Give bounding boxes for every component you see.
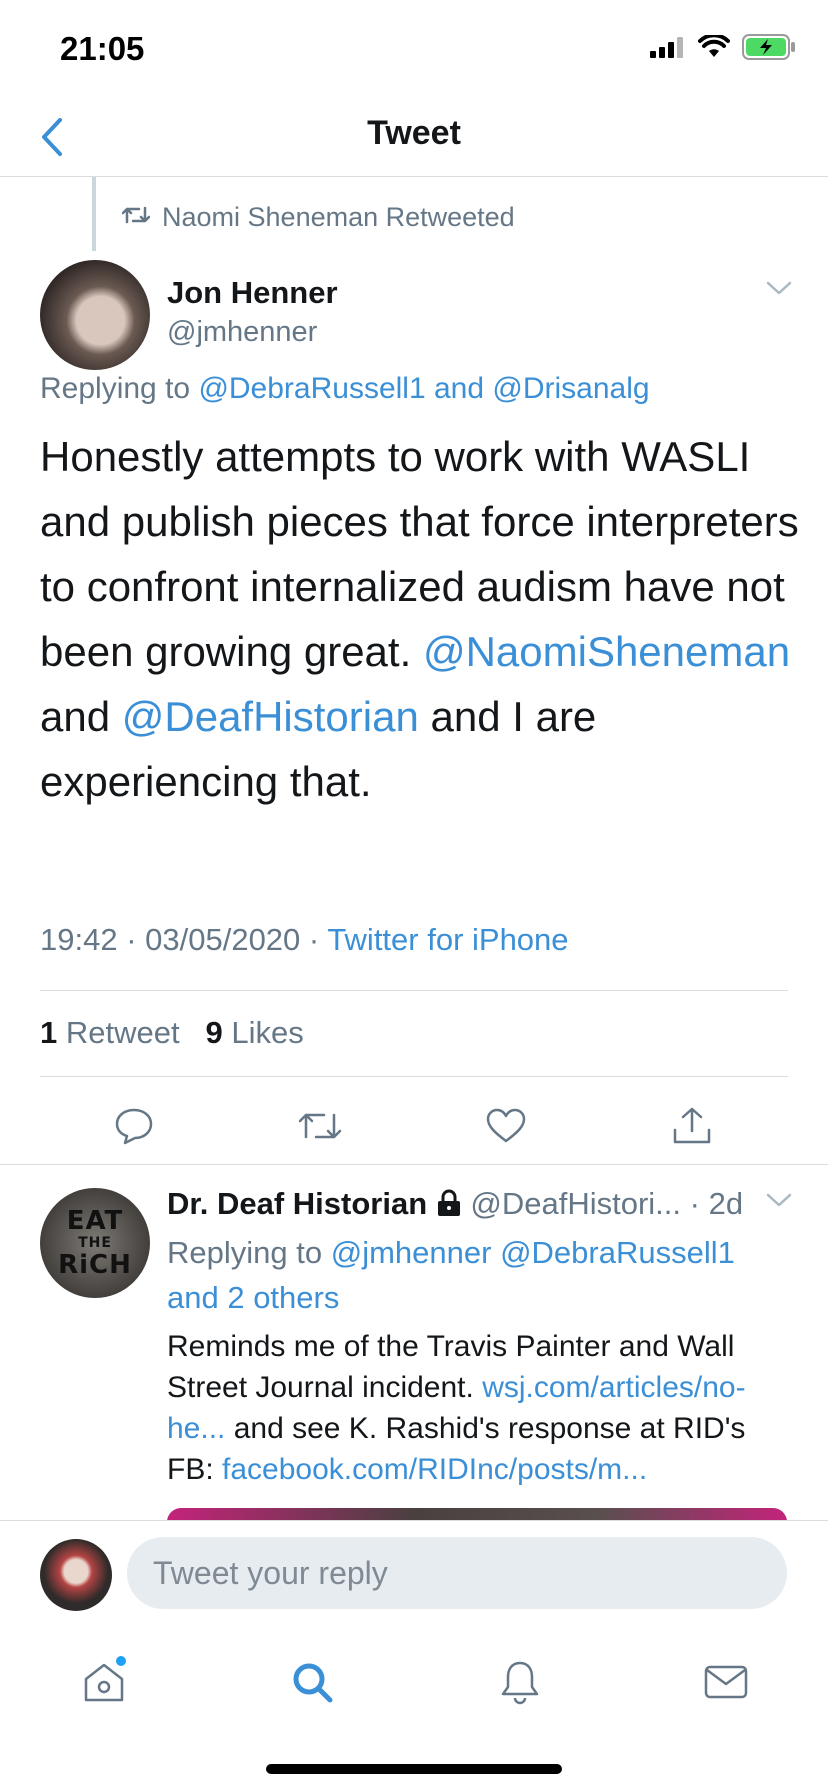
author-handle[interactable]: @jmhenner: [167, 316, 317, 349]
heart-icon: [486, 1108, 526, 1143]
tweet-source-link[interactable]: Twitter for iPhone: [327, 922, 568, 957]
author-name[interactable]: Jon Henner: [167, 275, 338, 311]
tab-notifications[interactable]: [490, 1652, 550, 1712]
divider: [40, 990, 788, 991]
reply-replying-to: Replying to @jmhenner @DebraRussell1 and…: [167, 1230, 787, 1320]
likes-stat[interactable]: 9 Likes: [205, 1015, 303, 1050]
divider: [0, 1164, 828, 1165]
nav-bar: Tweet: [0, 100, 828, 177]
compose-bar: Tweet your reply: [0, 1520, 828, 1630]
replying-user-link[interactable]: @DebraRussell1: [198, 372, 425, 405]
tweet-text: Honestly attempts to work with WASLI and…: [40, 424, 800, 814]
status-icons: [650, 33, 796, 65]
comment-icon: [115, 1108, 153, 1145]
thread-line: [92, 177, 96, 251]
retweet-icon: [121, 202, 151, 233]
signal-icon: [650, 36, 686, 63]
status-bar: 21:05: [0, 0, 828, 100]
mention-link[interactable]: @DeafHistorian: [122, 693, 419, 740]
tweet-actions: [0, 1090, 828, 1164]
replying-prefix: Replying to: [40, 372, 191, 405]
share-button[interactable]: [664, 1098, 720, 1154]
tweet-time: 19:42: [40, 922, 118, 957]
share-icon: [673, 1107, 711, 1144]
lock-icon: [436, 1186, 471, 1221]
facebook-link[interactable]: facebook.com/RIDInc/posts/m...: [222, 1453, 647, 1486]
retweet-label-text: Naomi Sheneman Retweeted: [162, 202, 515, 232]
retweet-icon: [298, 1113, 342, 1139]
author-avatar[interactable]: [40, 260, 150, 370]
replying-prefix: Replying to: [167, 1235, 323, 1270]
reply-text: Reminds me of the Travis Painter and Wal…: [167, 1326, 787, 1490]
reply-header: Dr. Deaf Historian @DeafHistori... · 2d: [167, 1186, 807, 1222]
replying-to: Replying to @DebraRussell1 and @Drisanal…: [40, 372, 650, 406]
replying-user-link[interactable]: @Drisanalg: [492, 372, 649, 405]
replying-others-link[interactable]: and 2 others: [167, 1280, 339, 1315]
tweet-date: 03/05/2020: [145, 922, 301, 957]
tweet-meta: 19:42 · 03/05/2020 · Twitter for iPhone: [40, 922, 569, 957]
replying-user-link[interactable]: @jmhenner: [331, 1235, 492, 1270]
retweet-count-label: Retweet: [65, 1015, 180, 1050]
reply-author-avatar[interactable]: EAT THE RiCH: [40, 1188, 150, 1298]
retweet-button[interactable]: [292, 1098, 348, 1154]
like-button[interactable]: [478, 1098, 534, 1154]
bell-icon: [501, 1661, 539, 1705]
chevron-down-icon: [766, 1193, 792, 1207]
tweet-text-part: and: [40, 693, 111, 740]
tab-messages[interactable]: [696, 1652, 756, 1712]
retweet-count: 1: [40, 1015, 58, 1050]
page-title: Tweet: [367, 114, 461, 152]
reply-age: · 2d: [689, 1186, 744, 1221]
reply-input[interactable]: Tweet your reply: [127, 1537, 787, 1609]
search-icon: [293, 1663, 333, 1703]
like-count: 9: [205, 1015, 223, 1050]
wifi-icon: [698, 33, 730, 64]
battery-icon: [742, 34, 796, 65]
retweets-stat[interactable]: 1 Retweet: [40, 1015, 180, 1050]
like-count-label: Likes: [231, 1015, 304, 1050]
mention-link[interactable]: @NaomiSheneman: [423, 628, 790, 675]
reply-button[interactable]: [106, 1098, 162, 1154]
tab-search[interactable]: [282, 1652, 342, 1712]
replying-user-link[interactable]: @DebraRussell1: [500, 1235, 735, 1270]
retweet-context[interactable]: Naomi Sheneman Retweeted: [121, 202, 515, 233]
replying-and[interactable]: and: [434, 372, 484, 405]
tweet-options-button[interactable]: [766, 280, 792, 301]
status-time: 21:05: [60, 30, 145, 67]
tab-bar: [0, 1630, 828, 1792]
chevron-down-icon: [766, 281, 792, 295]
new-content-dot: [116, 1656, 126, 1666]
mail-icon: [704, 1665, 748, 1699]
tab-home[interactable]: [74, 1652, 134, 1712]
reply-author-handle[interactable]: @DeafHistori...: [470, 1186, 681, 1221]
divider: [40, 1076, 788, 1077]
home-indicator: [266, 1764, 562, 1774]
tweet-stats: 1 Retweet 9 Likes: [40, 1015, 304, 1051]
current-user-avatar[interactable]: [40, 1539, 112, 1611]
reply-author-name[interactable]: Dr. Deaf Historian: [167, 1186, 427, 1221]
reply-options-button[interactable]: [766, 1192, 792, 1213]
avatar-image-text: EAT THE RiCH: [58, 1206, 132, 1280]
